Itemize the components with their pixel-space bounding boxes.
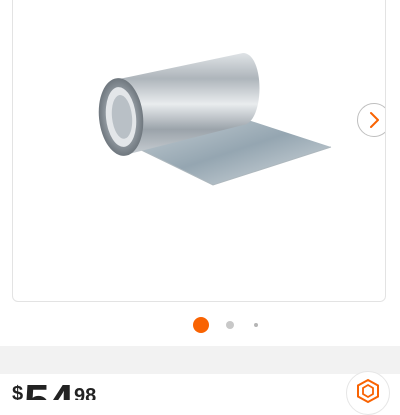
price-currency: $ <box>12 383 24 400</box>
product-image[interactable] <box>13 0 386 302</box>
badge-button[interactable] <box>346 371 390 415</box>
carousel-next-button[interactable] <box>357 103 385 137</box>
section-divider <box>0 346 400 374</box>
carousel-dots <box>0 315 400 335</box>
carousel-dot-active[interactable] <box>193 317 209 333</box>
price-cents: 98 <box>74 385 97 400</box>
carousel-dot[interactable] <box>254 323 258 327</box>
product-image-card[interactable] <box>12 0 386 302</box>
chevron-right-icon <box>370 112 379 128</box>
price-dollars: 54 <box>24 378 74 400</box>
price: $ 54 98 <box>0 374 400 400</box>
hexagon-badge-icon <box>357 378 379 404</box>
carousel-dot[interactable] <box>226 321 234 329</box>
